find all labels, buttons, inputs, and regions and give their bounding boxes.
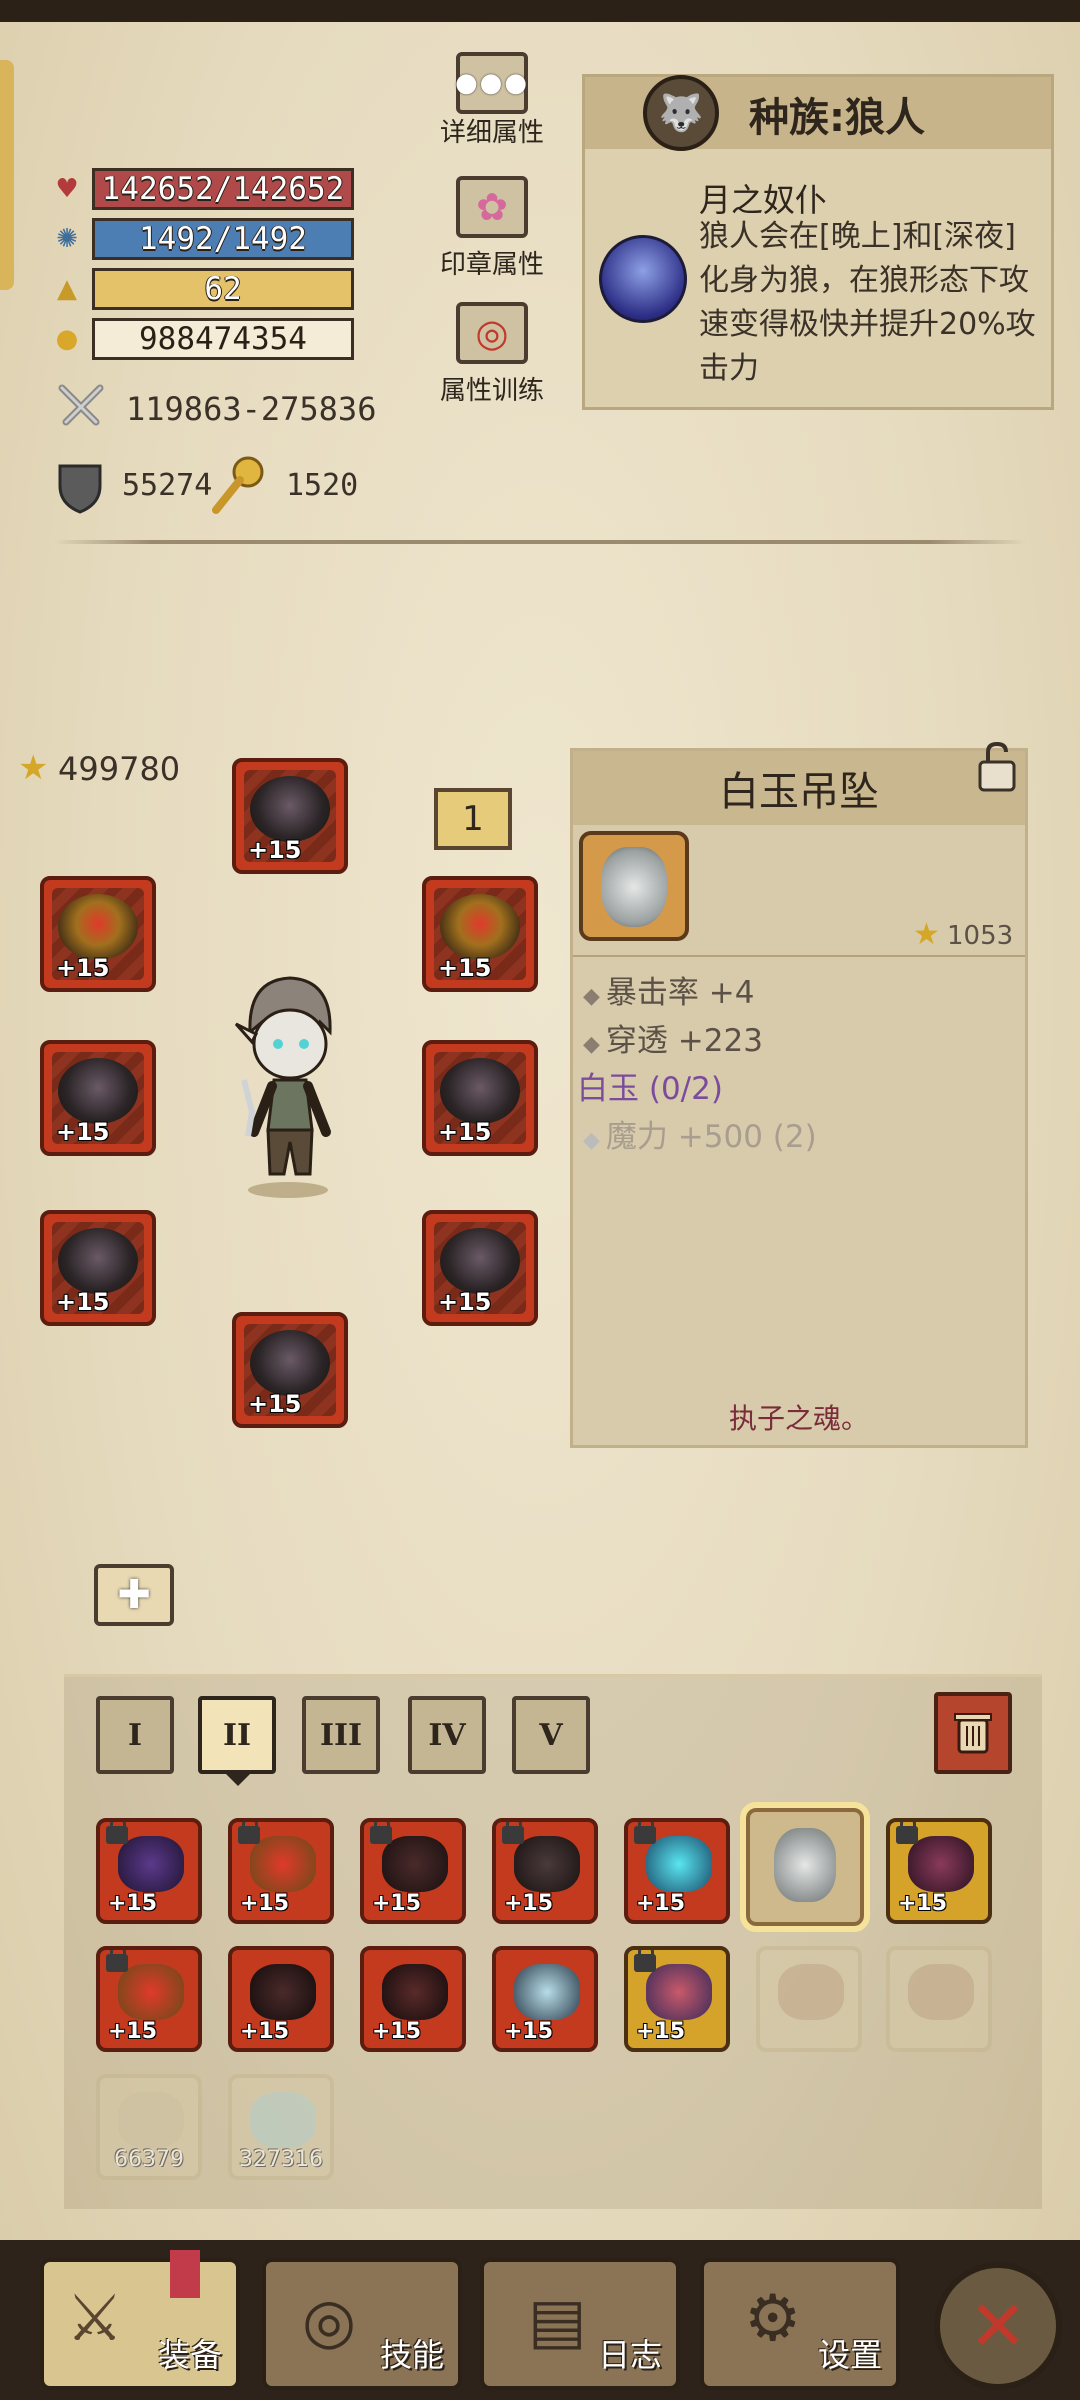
inventory-slot[interactable]: +15: [886, 1818, 992, 1924]
level-bar: 62: [92, 268, 354, 310]
equip-slot-armor[interactable]: +15: [422, 1040, 538, 1156]
add-slot-button[interactable]: ✚: [94, 1564, 174, 1626]
tier-tab-2[interactable]: II: [198, 1696, 276, 1774]
detail-attributes-label: 详细属性: [439, 118, 544, 148]
equip-slot-amulet[interactable]: +15: [40, 876, 156, 992]
attribute-training-label: 属性训练: [439, 376, 544, 406]
inventory-slot-faded[interactable]: 327316: [228, 2074, 334, 2180]
inventory-slot-selected[interactable]: [740, 1802, 870, 1932]
inventory-slot[interactable]: +15: [360, 1946, 466, 2052]
inventory-slot-empty[interactable]: [886, 1946, 992, 2052]
tier-tab-3[interactable]: III: [302, 1696, 380, 1774]
trash-button[interactable]: [934, 1692, 1012, 1774]
heart-icon: ♥: [55, 174, 79, 204]
star-icon: ★: [18, 748, 49, 788]
item-power: 1053: [947, 921, 1014, 951]
nav-skills[interactable]: ◎ 技能: [262, 2258, 462, 2390]
item-title: 白玉吊坠: [573, 751, 1025, 825]
nav-log[interactable]: ▤ 日志: [480, 2258, 680, 2390]
inventory-slot-empty[interactable]: [756, 1946, 862, 2052]
equip-slot-gloves[interactable]: +15: [40, 1210, 156, 1326]
mp-bar: 1492/1492: [92, 218, 354, 260]
tier-indicator: [226, 1774, 250, 1786]
log-icon: ▤: [528, 2284, 587, 2357]
inventory-slot[interactable]: +15: [624, 1818, 730, 1924]
dots-icon: ●●●: [454, 68, 530, 98]
top-frame: [0, 0, 1080, 22]
gold-bar: 988474354: [92, 318, 354, 360]
inventory-slot[interactable]: +15: [624, 1946, 730, 2052]
seal-attributes-button[interactable]: ✿: [456, 176, 528, 238]
level-icon: ▲: [57, 274, 77, 304]
item-set-name: 白玉 (0/2): [577, 1071, 723, 1107]
race-title: 种族:狼人: [749, 95, 925, 141]
axe-icon: ⚔: [66, 2282, 124, 2356]
item-icon: [579, 831, 689, 941]
item-prop-crit: ◆ 暴击率 +4: [583, 975, 755, 1011]
trash-icon: [954, 1713, 992, 1754]
moon-servant-icon: [599, 235, 687, 323]
close-icon: ✕: [968, 2285, 1028, 2367]
detail-attributes-button[interactable]: ●●●: [454, 52, 530, 114]
target-icon: ◎: [475, 311, 509, 355]
close-button[interactable]: ✕: [934, 2262, 1062, 2390]
character-avatar: [208, 962, 368, 1202]
flower-icon: ✿: [476, 185, 508, 229]
item-set-bonus: ◆ 魔力 +500 (2): [583, 1119, 817, 1155]
equip-slot-belt[interactable]: +15: [422, 1210, 538, 1326]
tier-tab-1[interactable]: I: [96, 1696, 174, 1774]
equip-slot-boots[interactable]: +15: [232, 1312, 348, 1428]
gear-icon: ⚙: [744, 2282, 802, 2356]
race-panel: 🐺 种族:狼人 月之奴仆 狼人会在[晚上]和[深夜]化身为狼，在狼形态下攻速变得…: [582, 74, 1054, 410]
seal-attributes-label: 印章属性: [439, 250, 544, 280]
unlock-icon[interactable]: [972, 740, 1022, 794]
armor-value: 55274: [122, 468, 213, 503]
equip-slot-necklace[interactable]: +15: [422, 876, 538, 992]
nav-equipment[interactable]: ⚔ 装备: [40, 2258, 240, 2390]
equip-slot-weapon[interactable]: +15: [40, 1040, 156, 1156]
item-detail-panel: 白玉吊坠 ★ 1053 ◆ 暴击率 +4 ◆ 穿透 +223 白玉 (0/2) ◆ 魔…: [570, 748, 1028, 1448]
luck-icon: [212, 454, 268, 514]
gold-icon: ●: [55, 324, 79, 354]
inventory-slot[interactable]: +15: [96, 1946, 202, 2052]
inventory-slot[interactable]: +15: [492, 1946, 598, 2052]
inventory-slot[interactable]: +15: [360, 1818, 466, 1924]
inventory-slot[interactable]: +15: [228, 1946, 334, 2052]
divider: [54, 540, 1026, 544]
inventory-slot-faded[interactable]: 66379: [96, 2074, 202, 2180]
item-prop-penetration: ◆ 穿透 +223: [583, 1023, 763, 1059]
attribute-training-button[interactable]: ◎: [456, 302, 528, 364]
nav-settings[interactable]: ⚙ 设置: [700, 2258, 900, 2390]
loadout-number-button[interactable]: 1: [434, 788, 512, 850]
luck-value: 1520: [286, 468, 359, 503]
tier-tab-5[interactable]: V: [512, 1696, 590, 1774]
inventory-slot[interactable]: +15: [96, 1818, 202, 1924]
crossed-swords-icon: [56, 382, 106, 432]
hp-bar: 142652/142652: [92, 168, 354, 210]
item-flavor-text: 执子之魂。: [728, 1402, 869, 1435]
skill-description: 狼人会在[晚上]和[深夜]化身为狼，在狼形态下攻速变得极快并提升20%攻击力: [699, 219, 1036, 386]
inventory-slot[interactable]: +15: [228, 1818, 334, 1924]
wolf-icon: 🐺: [643, 75, 719, 151]
item-power-star-icon: ★: [913, 917, 940, 952]
skill-icon: ◎: [302, 2284, 357, 2357]
item-divider: [573, 955, 1025, 957]
bookmark-icon: [170, 2250, 200, 2298]
mana-icon: ✺: [56, 224, 78, 254]
attack-range: 119863-275836: [126, 390, 377, 428]
equip-slot-helmet[interactable]: +15: [232, 758, 348, 874]
inventory-slot[interactable]: +15: [492, 1818, 598, 1924]
left-edge-tab[interactable]: [0, 60, 14, 290]
tier-tab-4[interactable]: IV: [408, 1696, 486, 1774]
shield-icon: [56, 460, 104, 514]
total-power: 499780: [58, 750, 181, 788]
